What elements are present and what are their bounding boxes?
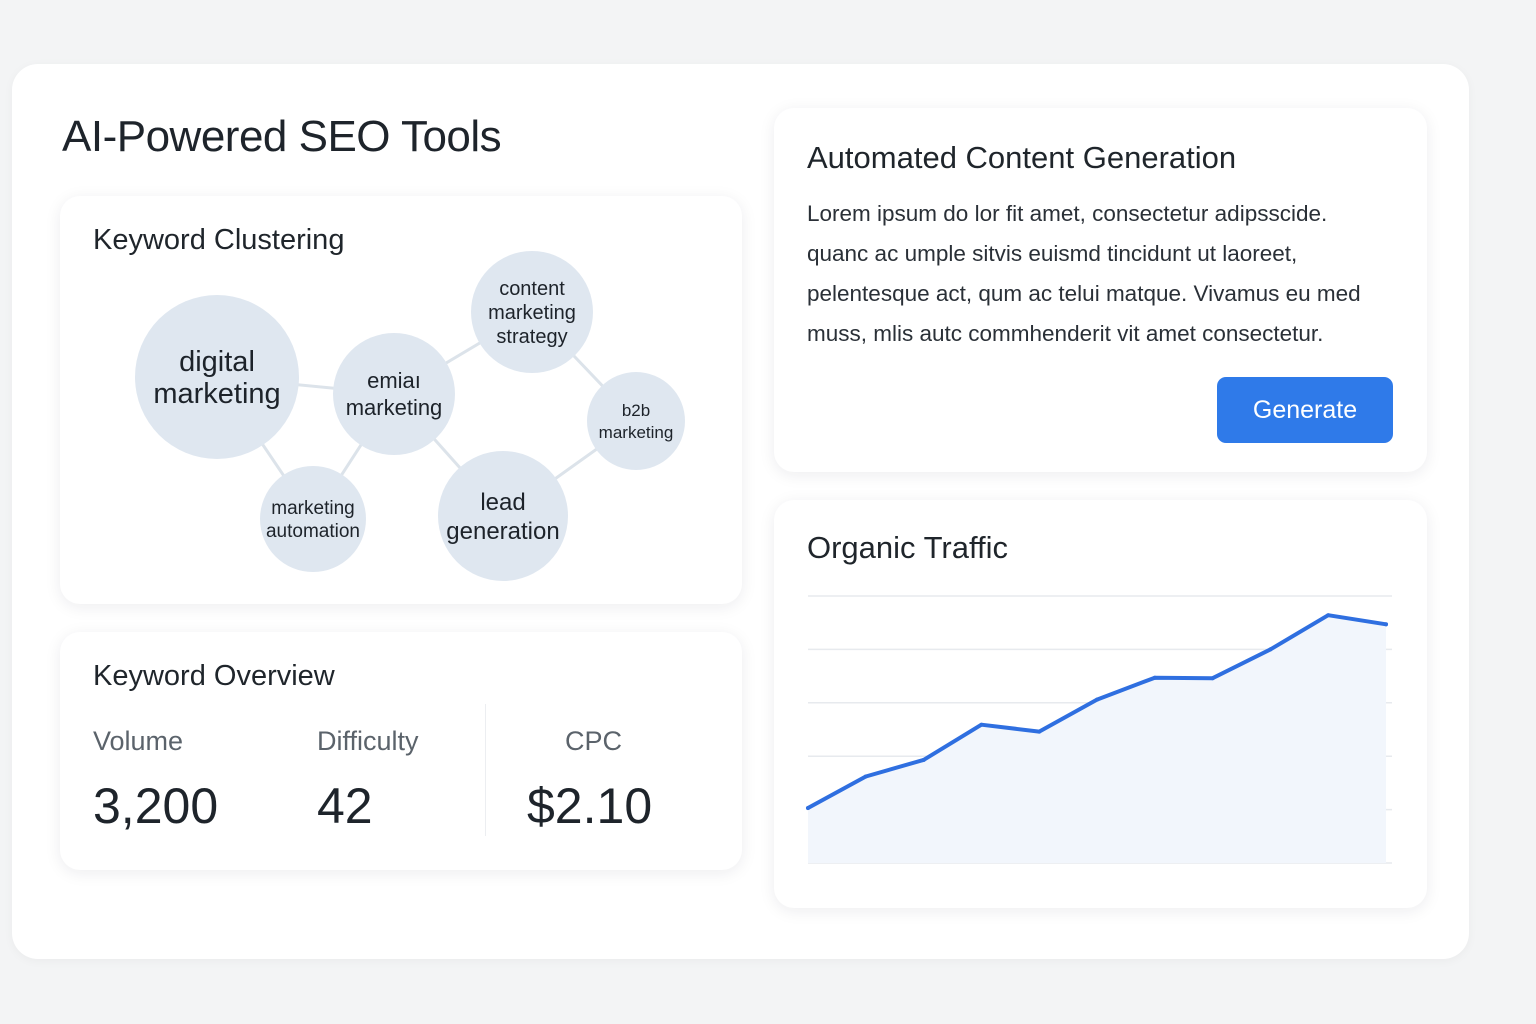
content-line: quanc ac umple sitvis euismd tincidunt u…	[807, 241, 1298, 266]
traffic-data-point	[979, 722, 984, 727]
traffic-data-point	[1268, 647, 1273, 652]
cluster-label: marketing	[488, 302, 576, 324]
cluster-bubble-lead-generation[interactable]: leadgeneration	[438, 451, 568, 581]
difficulty-value: 42	[317, 778, 373, 834]
content-preview-text: Lorem ipsum do lor fit amet, consectetur…	[807, 194, 1407, 354]
keyword-cluster-graph: digitalmarketing emiaımarketingcontentmar…	[135, 251, 685, 581]
organic-traffic-card: Organic Traffic	[774, 500, 1427, 908]
cluster-label: marketing	[599, 423, 674, 442]
cluster-label: b2b	[622, 401, 650, 420]
organic-traffic-chart	[806, 595, 1392, 864]
metric-divider	[485, 704, 486, 836]
traffic-data-point	[1384, 622, 1388, 627]
cluster-bubble-content-marketing-strategy[interactable]: contentmarketingstrategy	[471, 251, 593, 373]
page-title: AI-Powered SEO Tools	[62, 112, 502, 161]
cluster-label: digital	[179, 346, 255, 378]
cluster-bubble-b2b-marketing[interactable]: b2b marketing	[587, 372, 685, 470]
traffic-data-point	[806, 805, 810, 810]
cluster-bubble-digital-marketing[interactable]: digitalmarketing	[135, 295, 299, 459]
cluster-label: marketing	[346, 395, 443, 420]
content-line: pelentesque act, qum ac telui matque. Vi…	[807, 281, 1361, 306]
cluster-label: marketing	[271, 498, 354, 519]
traffic-data-point	[921, 757, 926, 762]
difficulty-metric: Difficulty 42	[317, 726, 419, 835]
cluster-label: generation	[446, 518, 559, 545]
traffic-area-fill	[808, 615, 1386, 863]
cluster-label: marketing	[153, 378, 280, 410]
cluster-label: automation	[266, 521, 360, 542]
cluster-label: strategy	[496, 326, 567, 348]
content-line: muss, mlis autc commhenderit vit amet co…	[807, 321, 1324, 346]
traffic-data-point	[1210, 676, 1215, 681]
content-generation-title: Automated Content Generation	[807, 140, 1237, 175]
cpc-metric: CPC $2.10	[527, 726, 657, 835]
content-generation-card: Automated Content Generation Lorem ipsum…	[774, 108, 1427, 472]
traffic-data-point	[1326, 613, 1331, 618]
cluster-label: content	[499, 278, 565, 300]
cluster-label: emiaı	[367, 368, 421, 393]
content-line: Lorem ipsum do lor fit amet, consectetur…	[807, 201, 1328, 226]
traffic-data-point	[1037, 729, 1042, 734]
keyword-clustering-card: Keyword Clustering digital marketing emiaı…	[60, 196, 742, 604]
traffic-data-point	[1095, 697, 1099, 702]
difficulty-label: Difficulty	[317, 726, 419, 756]
cpc-value: $2.10	[527, 778, 653, 834]
volume-label: Volume	[93, 726, 184, 756]
cluster-bubble-email-marketing[interactable]: emiaımarketing	[333, 333, 455, 455]
cpc-label: CPC	[565, 726, 623, 756]
cluster-bubble-marketing-automation[interactable]: marketingautomation	[260, 466, 366, 572]
volume-value: 3,200	[93, 778, 219, 834]
keyword-overview-title: Keyword Overview	[93, 660, 335, 692]
traffic-data-point	[863, 774, 868, 779]
cluster-label: lead	[480, 489, 525, 516]
traffic-data-point	[1152, 675, 1157, 680]
generate-button[interactable]: Generate	[1217, 377, 1393, 443]
keyword-overview-card: Keyword Overview Volume 3,200 Difficulty…	[60, 632, 742, 870]
volume-metric: Volume 3,200	[93, 726, 218, 835]
